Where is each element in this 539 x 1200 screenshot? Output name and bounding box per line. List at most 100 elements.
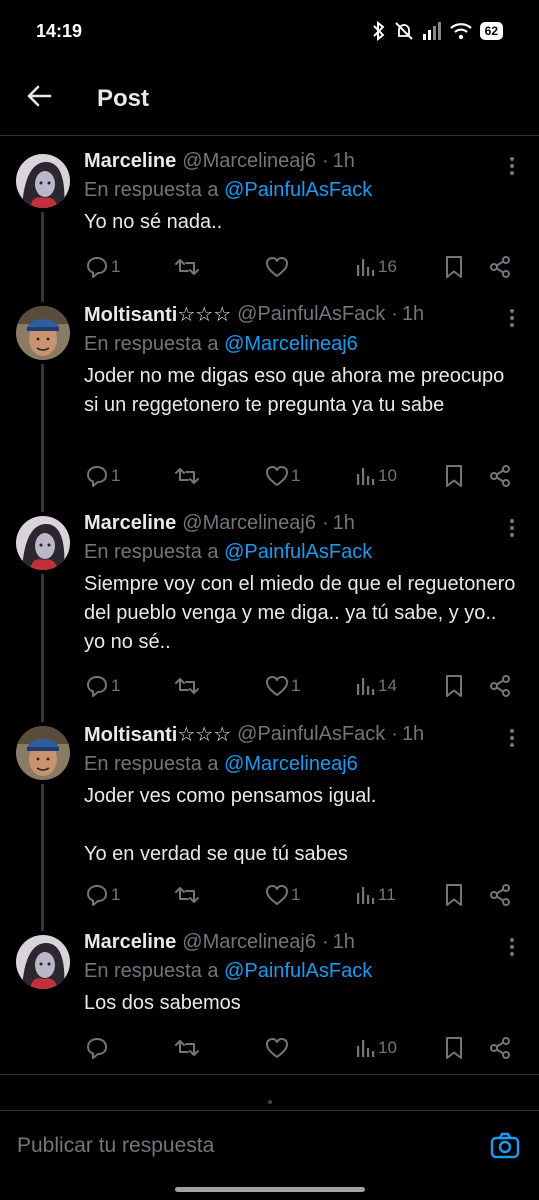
page-title: Post — [97, 84, 150, 112]
reply-context: En respuesta a @PainfulAsFack — [84, 541, 521, 564]
tweet-time[interactable]: 1h — [333, 931, 355, 954]
reply-to-handle[interactable]: @Marcelineaj6 — [224, 753, 358, 775]
author-handle[interactable]: @Marcelineaj6 — [182, 931, 316, 954]
tweet-actions: 10 — [0, 1033, 539, 1063]
tweet-text: Siempre voy con el miedo de que el regue… — [84, 573, 521, 653]
bookmark-button[interactable] — [444, 1036, 464, 1060]
separator-dot: · — [321, 150, 329, 172]
like-count: 1 — [291, 466, 301, 485]
more-options-icon[interactable] — [509, 728, 515, 753]
camera-icon[interactable] — [489, 1130, 521, 1162]
bookmark-icon — [444, 464, 464, 488]
like-button[interactable] — [265, 256, 291, 278]
view-count: 10 — [378, 466, 397, 485]
reply-to-handle[interactable]: @PainfulAsFack — [224, 179, 372, 201]
reply-button[interactable]: 1 — [85, 256, 120, 278]
share-button[interactable] — [488, 1036, 512, 1060]
like-button[interactable]: 1 — [265, 465, 300, 487]
tweet-time[interactable]: 1h — [402, 303, 424, 326]
status-bar: 14:19 62 — [0, 0, 539, 62]
reply-context: En respuesta a @Marcelineaj6 — [84, 333, 521, 356]
views-icon — [354, 675, 376, 697]
reply-icon — [85, 675, 109, 697]
views-button[interactable]: 16 — [354, 256, 397, 278]
views-button[interactable]: 10 — [354, 1037, 397, 1059]
bookmark-button[interactable] — [444, 674, 464, 698]
tweet[interactable]: Marceline @Marcelineaj6 · 1h En respuesta a … — [0, 150, 539, 237]
separator-dot: · — [391, 303, 398, 325]
view-count: 16 — [378, 257, 397, 276]
author-name[interactable]: Moltisanti☆☆☆ — [84, 722, 231, 747]
reply-button[interactable]: 1 — [85, 465, 120, 487]
bookmark-icon — [444, 883, 464, 907]
retweet-icon — [174, 675, 200, 697]
back-button[interactable] — [24, 84, 54, 114]
tweet-text: Joder no me digas eso que ahora me preoc… — [84, 365, 510, 416]
tweet[interactable]: Moltisanti☆☆☆ @PainfulAsFack · 1h En respues… — [0, 302, 539, 420]
author-handle[interactable]: @PainfulAsFack — [237, 303, 385, 326]
views-button[interactable]: 10 — [354, 465, 397, 487]
author-name[interactable]: Marceline — [84, 931, 176, 954]
like-button[interactable]: 1 — [265, 675, 300, 697]
more-options-icon[interactable] — [509, 156, 515, 181]
retweet-button[interactable] — [174, 1037, 202, 1059]
share-button[interactable] — [488, 255, 512, 279]
tweet[interactable]: Marceline @Marcelineaj6 · 1h En respuesta a … — [0, 931, 539, 1018]
tweet-time[interactable]: 1h — [402, 723, 424, 746]
author-handle[interactable]: @Marcelineaj6 — [182, 512, 316, 535]
reply-prefix: En respuesta a — [84, 541, 219, 563]
bookmark-button[interactable] — [444, 464, 464, 488]
view-count: 11 — [378, 885, 396, 904]
tweet-header: Marceline @Marcelineaj6 · 1h — [84, 512, 521, 535]
reply-count: 1 — [111, 466, 121, 485]
battery-indicator: 62 — [479, 22, 503, 40]
retweet-button[interactable] — [174, 675, 202, 697]
heart-icon — [265, 675, 289, 697]
reply-count: 1 — [111, 257, 121, 276]
reply-to-handle[interactable]: @PainfulAsFack — [224, 541, 372, 563]
tweet-actions: 1 1 11 — [0, 880, 539, 910]
like-count: 1 — [291, 885, 301, 904]
reply-button[interactable]: 1 — [85, 884, 120, 906]
reply-input[interactable] — [17, 1133, 489, 1158]
author-handle[interactable]: @Marcelineaj6 — [182, 150, 316, 173]
tweet[interactable]: Marceline @Marcelineaj6 · 1h En respuesta a … — [0, 512, 539, 657]
retweet-icon — [174, 256, 200, 278]
bookmark-button[interactable] — [444, 883, 464, 907]
reply-button[interactable]: 1 — [85, 675, 120, 697]
views-icon — [354, 465, 376, 487]
tweet[interactable]: Moltisanti☆☆☆ @PainfulAsFack · 1h En respues… — [0, 722, 539, 869]
share-icon — [488, 1036, 512, 1060]
retweet-button[interactable] — [174, 884, 202, 906]
reply-to-handle[interactable]: @Marcelineaj6 — [224, 333, 358, 355]
tweet-header: Marceline @Marcelineaj6 · 1h — [84, 150, 521, 173]
retweet-button[interactable] — [174, 256, 202, 278]
like-button[interactable] — [265, 1037, 291, 1059]
bookmark-button[interactable] — [444, 255, 464, 279]
author-handle[interactable]: @PainfulAsFack — [237, 723, 385, 746]
separator-dot: · — [321, 512, 329, 534]
tweet-actions: 1 16 — [0, 252, 539, 282]
author-name[interactable]: Marceline — [84, 512, 176, 535]
views-button[interactable]: 14 — [354, 675, 397, 697]
retweet-icon — [174, 1037, 200, 1059]
like-button[interactable]: 1 — [265, 884, 300, 906]
share-button[interactable] — [488, 674, 512, 698]
home-indicator — [175, 1187, 365, 1192]
reply-button[interactable] — [85, 1037, 111, 1059]
views-button[interactable]: 11 — [354, 884, 396, 906]
tweet-time[interactable]: 1h — [333, 512, 355, 535]
tweet-time[interactable]: 1h — [333, 150, 355, 173]
more-options-icon[interactable] — [509, 308, 515, 333]
reply-count: 1 — [111, 885, 121, 904]
author-name[interactable]: Marceline — [84, 150, 176, 173]
arrow-left-icon — [26, 84, 52, 113]
share-button[interactable] — [488, 464, 512, 488]
author-name[interactable]: Moltisanti☆☆☆ — [84, 302, 231, 327]
retweet-button[interactable] — [174, 465, 202, 487]
share-button[interactable] — [488, 883, 512, 907]
more-options-icon[interactable] — [509, 937, 515, 962]
bookmark-icon — [444, 1036, 464, 1060]
more-options-icon[interactable] — [509, 518, 515, 543]
reply-to-handle[interactable]: @PainfulAsFack — [224, 960, 372, 982]
